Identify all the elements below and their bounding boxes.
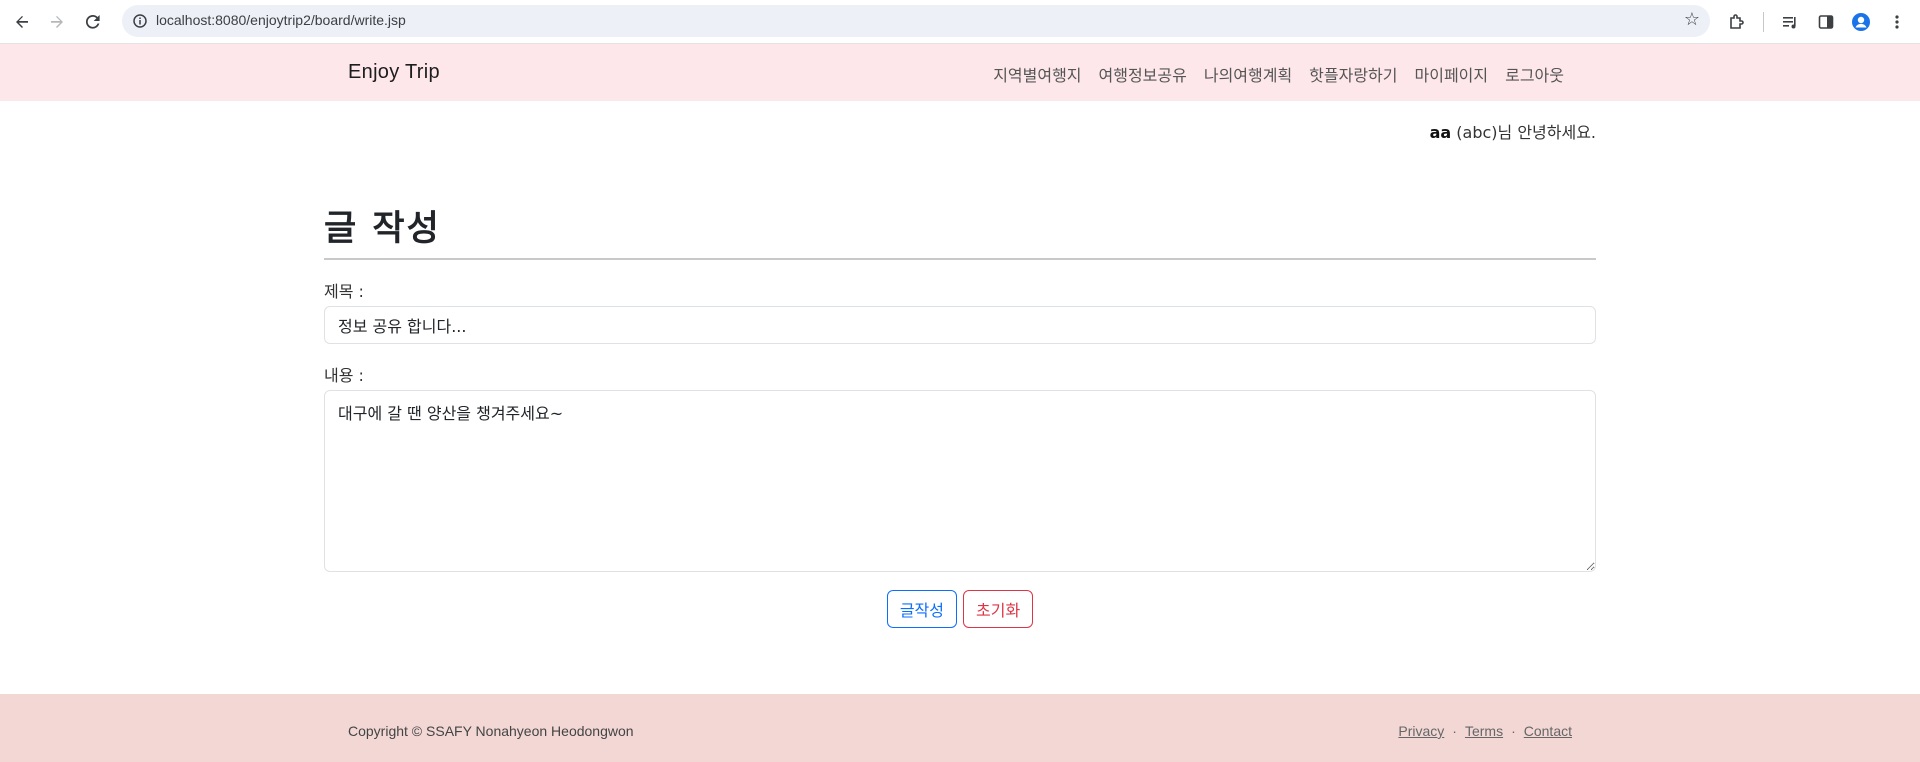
- greeting-text: (abc)님 안녕하세요.: [1456, 123, 1596, 142]
- site-footer: Copyright © SSAFY Nonahyeon Heodongwon P…: [0, 694, 1920, 762]
- subject-label: 제목 :: [324, 282, 364, 301]
- browser-toolbar: localhost:8080/enjoytrip2/board/write.js…: [0, 0, 1920, 44]
- submit-post-button[interactable]: 글작성: [886, 590, 957, 628]
- url-text: localhost:8080/enjoytrip2/board/write.js…: [156, 12, 406, 28]
- footer-link-privacy[interactable]: Privacy: [1398, 723, 1444, 739]
- footer-link-contact[interactable]: Contact: [1524, 723, 1572, 739]
- extensions-icon[interactable]: [1725, 10, 1749, 34]
- site-info-icon[interactable]: [130, 11, 150, 31]
- menu-item-hotplace[interactable]: 핫플자랑하기: [1309, 62, 1397, 86]
- reload-icon[interactable]: [80, 9, 106, 35]
- page-title: 글 작성: [324, 209, 441, 249]
- content-label: 내용 :: [324, 366, 364, 385]
- user-id: aa: [1429, 123, 1452, 142]
- main-menu: 지역별여행지 여행정보공유 나의여행계획 핫플자랑하기 마이페이지 로그아웃: [993, 62, 1564, 86]
- menu-item-travel-info-share[interactable]: 여행정보공유: [1099, 62, 1187, 86]
- brand-logo[interactable]: Enjoy Trip: [348, 61, 440, 84]
- copyright-text: Copyright © SSAFY Nonahyeon Heodongwon: [348, 723, 634, 739]
- menu-item-my-travel-plan[interactable]: 나의여행계획: [1204, 62, 1292, 86]
- form-actions: 글작성 초기화: [324, 590, 1596, 628]
- back-icon[interactable]: [9, 9, 35, 35]
- write-form-section: 글 작성 제목 : 내용 : 대구에 갈 땐 양산을 챙겨주세요~ 글작성 초기…: [324, 200, 1596, 628]
- title-divider: [324, 258, 1596, 260]
- user-greeting: aa (abc)님 안녕하세요.: [1430, 119, 1596, 143]
- subject-input[interactable]: [324, 306, 1596, 344]
- browser-menu-icon[interactable]: [1885, 10, 1909, 34]
- profile-avatar-icon[interactable]: [1849, 10, 1873, 34]
- side-panel-icon[interactable]: [1814, 10, 1838, 34]
- footer-separator: ·: [1511, 723, 1516, 739]
- forward-icon[interactable]: [44, 9, 70, 35]
- menu-item-mypage[interactable]: 마이페이지: [1415, 62, 1489, 86]
- toolbar-separator: [1763, 12, 1764, 32]
- footer-links: Privacy · Terms · Contact: [1398, 723, 1572, 739]
- footer-separator: ·: [1452, 723, 1457, 739]
- site-navbar: Enjoy Trip 지역별여행지 여행정보공유 나의여행계획 핫플자랑하기 마…: [0, 44, 1920, 101]
- media-controls-icon[interactable]: [1778, 10, 1802, 34]
- menu-item-regional-destinations[interactable]: 지역별여행지: [993, 62, 1081, 86]
- address-bar[interactable]: localhost:8080/enjoytrip2/board/write.js…: [122, 5, 1710, 37]
- content-textarea[interactable]: 대구에 갈 땐 양산을 챙겨주세요~: [324, 390, 1596, 572]
- reset-button[interactable]: 초기화: [963, 590, 1034, 628]
- footer-link-terms[interactable]: Terms: [1465, 723, 1503, 739]
- menu-item-logout[interactable]: 로그아웃: [1505, 62, 1564, 86]
- bookmark-star-icon[interactable]: ☆: [1684, 9, 1700, 30]
